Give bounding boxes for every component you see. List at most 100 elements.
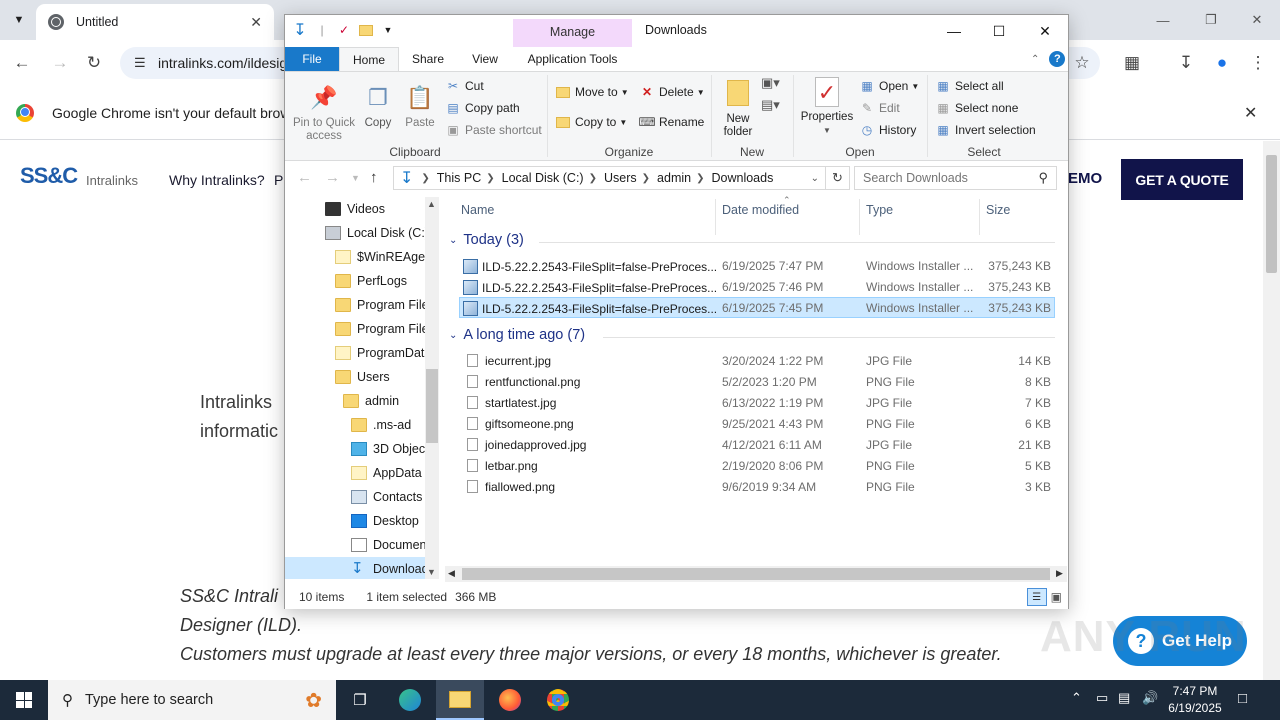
copy-to-button[interactable]: Copy to ▼ — [555, 112, 627, 132]
column-header-name[interactable]: Name — [461, 203, 494, 217]
task-view-button[interactable]: ❐ — [336, 680, 384, 720]
new-item-button[interactable]: ▣▾ — [761, 75, 780, 95]
nav-item-ms-ad[interactable]: .ms-ad — [285, 413, 439, 437]
scroll-up-icon[interactable]: ▲ — [427, 199, 436, 209]
nav-item-admin[interactable]: admin — [285, 389, 439, 413]
file-row[interactable]: ILD-5.22.2.2543-FileSplit=false-PreProce… — [459, 276, 1055, 297]
breadcrumb-local-disk[interactable]: Local Disk (C:) — [502, 171, 584, 185]
bookmark-star-button[interactable]: ☆ — [1070, 51, 1094, 75]
back-button[interactable]: ← — [10, 51, 34, 75]
large-icons-view-icon[interactable]: ▣ — [1051, 590, 1062, 604]
file-row[interactable]: startlatest.jpg 6/13/2022 1:19 PM JPG Fi… — [459, 392, 1055, 413]
edit-button[interactable]: ✎ Edit — [859, 98, 900, 118]
minimize-button[interactable]: — — [1140, 8, 1186, 32]
nav-item-users[interactable]: Users — [285, 365, 439, 389]
open-button[interactable]: ▦ Open ▼ — [859, 76, 919, 96]
address-dropdown-icon[interactable]: ⌄ — [811, 173, 819, 184]
nav-item-contacts[interactable]: Contacts — [285, 485, 439, 509]
reload-button[interactable]: ↻ — [82, 51, 106, 75]
up-arrow-icon[interactable]: ↑ — [370, 169, 378, 186]
infobar-close-icon[interactable]: ✕ — [1244, 103, 1257, 123]
scroll-right-icon[interactable]: ▶ — [1056, 568, 1063, 579]
collapse-ribbon-icon[interactable]: ⌃ — [1031, 54, 1039, 65]
breadcrumb-admin[interactable]: admin — [657, 171, 691, 185]
breadcrumb-users[interactable]: Users — [604, 171, 637, 185]
rename-button[interactable]: ⌨ Rename — [638, 112, 704, 132]
tray-overflow-icon[interactable]: ⌃ — [1071, 690, 1082, 706]
nav-item-program-files[interactable]: Program Files — [285, 293, 439, 317]
group-header-today[interactable]: ⌄ Today (3) — [449, 232, 524, 248]
nav-item-desktop[interactable]: Desktop — [285, 509, 439, 533]
customize-dropdown-icon[interactable]: ▼ — [379, 21, 397, 39]
nav-item-winreagent[interactable]: $WinREAgent — [285, 245, 439, 269]
easy-access-button[interactable]: ▤▾ — [761, 97, 780, 117]
delete-button[interactable]: ✕ Delete ▼ — [639, 82, 705, 102]
scroll-left-icon[interactable]: ◀ — [448, 568, 455, 579]
copy-button[interactable]: ❐ Copy — [359, 81, 397, 130]
nav-why-intralinks[interactable]: Why Intralinks? — [169, 172, 265, 188]
tab-view[interactable]: View — [465, 47, 505, 71]
browser-tab[interactable]: Untitled ✕ — [36, 4, 274, 40]
taskbar-edge[interactable] — [386, 680, 434, 720]
help-icon[interactable]: ? — [1049, 51, 1066, 67]
new-folder-button[interactable]: New folder — [717, 77, 759, 139]
pin-quick-access-button[interactable]: 📌 Pin to Quick access — [289, 81, 359, 143]
paste-button[interactable]: 📋 Paste — [401, 81, 439, 130]
details-view-icon[interactable]: ☰ — [1026, 588, 1047, 606]
start-button[interactable] — [0, 680, 48, 720]
close-browser-button[interactable]: ✕ — [1234, 8, 1280, 32]
file-row[interactable]: rentfunctional.png 5/2/2023 1:20 PM PNG … — [459, 371, 1055, 392]
page-scrollbar-thumb[interactable] — [1266, 155, 1277, 273]
nav-item-perflogs[interactable]: PerfLogs — [285, 269, 439, 293]
extensions-button[interactable]: ▦ — [1120, 51, 1144, 75]
taskbar-chrome[interactable] — [534, 680, 582, 720]
select-none-button[interactable]: ▦ Select none — [935, 98, 1018, 118]
file-row[interactable]: joinedapproved.jpg 4/12/2021 6:11 AM JPG… — [459, 434, 1055, 455]
forward-button[interactable]: → — [48, 51, 72, 75]
tab-home[interactable]: Home — [339, 47, 399, 71]
file-row[interactable]: giftsomeone.png 9/25/2021 4:43 PM PNG Fi… — [459, 413, 1055, 434]
ssc-logo[interactable]: SS&C — [20, 163, 78, 189]
chrome-menu-button[interactable]: ⋮ — [1246, 51, 1270, 75]
taskbar-file-explorer[interactable] — [436, 680, 484, 720]
tab-application-tools[interactable]: Application Tools — [513, 47, 632, 71]
nav-item-downloads[interactable]: ↧ Download — [285, 557, 439, 579]
scroll-down-icon[interactable]: ▼ — [427, 567, 436, 577]
nav-item-3d-objects[interactable]: 3D Objects — [285, 437, 439, 461]
notifications-icon[interactable]: □ — [1238, 690, 1247, 707]
forward-arrow-icon[interactable]: → — [325, 169, 340, 186]
history-button[interactable]: ◷ History — [859, 120, 917, 140]
nav-item-programdata[interactable]: ProgramData — [285, 341, 439, 365]
breadcrumb-downloads[interactable]: Downloads — [711, 171, 773, 185]
volume-icon[interactable]: 🔊 — [1142, 690, 1158, 706]
nav-item-partial[interactable]: P — [274, 172, 283, 188]
get-a-quote-button[interactable]: GET A QUOTE — [1121, 159, 1243, 200]
explorer-address-bar[interactable]: ↧ ❯ This PC ❯ Local Disk (C:) ❯ Users ❯ adm… — [393, 166, 826, 190]
recent-locations-icon[interactable]: ▼ — [351, 173, 360, 183]
tray-device-icon[interactable]: ▭ — [1096, 690, 1108, 706]
nav-scrollbar-thumb[interactable] — [426, 369, 438, 443]
column-header-type[interactable]: Type — [866, 203, 893, 217]
tab-search-button[interactable]: ▼ — [6, 7, 32, 33]
select-all-button[interactable]: ▦ Select all — [935, 76, 1003, 96]
back-arrow-icon[interactable]: ← — [297, 169, 312, 186]
taskbar-clock[interactable]: 7:47 PM 6/19/2025 — [1160, 683, 1230, 717]
downloads-button[interactable]: ↧ — [1174, 51, 1198, 75]
refresh-button[interactable]: ↻ — [826, 166, 850, 190]
cut-button[interactable]: ✂ Cut — [445, 76, 484, 96]
properties-check-icon[interactable]: ✓ — [335, 21, 353, 39]
nav-item-appdata[interactable]: AppData — [285, 461, 439, 485]
close-tab-icon[interactable]: ✕ — [250, 14, 262, 31]
file-row[interactable]: letbar.png 2/19/2020 8:06 PM PNG File 5 … — [459, 455, 1055, 476]
invert-selection-button[interactable]: ▦ Invert selection — [935, 120, 1035, 140]
search-downloads-box[interactable]: ⚲ — [854, 166, 1057, 190]
new-folder-icon[interactable] — [357, 21, 375, 39]
properties-button[interactable]: ✓ Properties ▼ — [797, 77, 857, 137]
tab-file[interactable]: File — [285, 47, 339, 71]
file-row[interactable]: iecurrent.jpg 3/20/2024 1:22 PM JPG File… — [459, 350, 1055, 371]
taskbar-search-box[interactable]: ⚲ Type here to search ✿ — [48, 680, 336, 720]
nav-item-videos[interactable]: Videos — [285, 197, 439, 221]
explorer-minimize-button[interactable]: — — [931, 19, 977, 43]
tab-share[interactable]: Share — [407, 47, 449, 71]
column-header-size[interactable]: Size — [986, 203, 1010, 217]
